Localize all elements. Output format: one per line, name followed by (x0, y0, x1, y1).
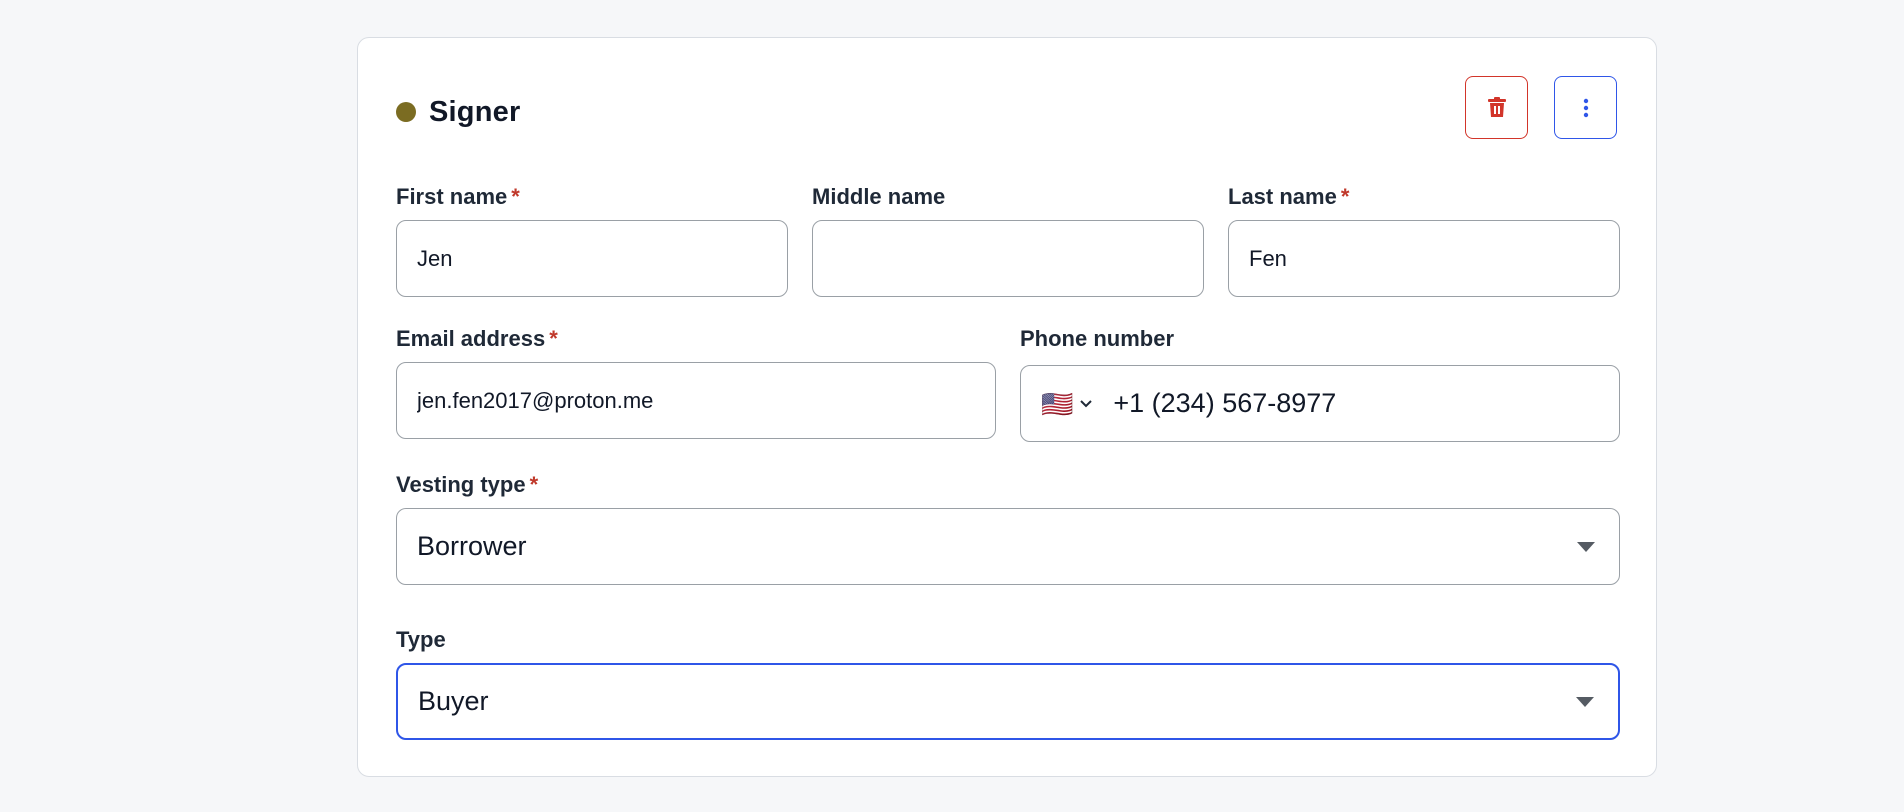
signer-header: Signer (396, 92, 520, 132)
type-label: Type (396, 627, 446, 653)
required-asterisk: * (529, 472, 539, 497)
first-name-input[interactable] (396, 220, 788, 297)
status-dot (396, 102, 416, 122)
email-input[interactable] (396, 362, 996, 439)
first-name-label-text: First name (396, 184, 508, 209)
caret-down-icon (1576, 696, 1594, 707)
vesting-type-label: Vesting type * (396, 472, 538, 498)
phone-label: Phone number (1020, 326, 1174, 352)
phone-label-text: Phone number (1020, 326, 1175, 351)
chevron-down-icon (1079, 399, 1093, 409)
phone-field: 🇺🇸 (1020, 365, 1620, 442)
more-options-button[interactable] (1554, 76, 1617, 139)
country-code-selector[interactable]: 🇺🇸 (1041, 391, 1093, 417)
email-label-text: Email address (396, 326, 546, 351)
trash-icon (1487, 97, 1506, 117)
us-flag-icon: 🇺🇸 (1041, 388, 1074, 419)
type-value: Buyer (418, 686, 489, 716)
first-name-label: First name * (396, 184, 520, 210)
middle-name-label-text: Middle name (812, 184, 946, 209)
required-asterisk: * (549, 326, 558, 351)
type-select[interactable]: Buyer (396, 663, 1620, 740)
required-asterisk: * (511, 184, 520, 209)
middle-name-label: Middle name (812, 184, 945, 210)
last-name-label-text: Last name (1228, 184, 1337, 209)
caret-down-icon (1577, 541, 1595, 552)
required-asterisk: * (1340, 184, 1350, 209)
type-label-text: Type (396, 627, 446, 652)
vesting-type-select[interactable]: Borrower (396, 508, 1620, 585)
section-title: Signer (429, 95, 521, 128)
last-name-input[interactable] (1228, 220, 1620, 297)
last-name-label: Last name * (1228, 184, 1349, 210)
email-label: Email address * (396, 326, 558, 352)
more-vertical-icon (1583, 98, 1588, 117)
vesting-type-value: Borrower (417, 531, 527, 561)
phone-input[interactable] (1111, 387, 1596, 420)
delete-button[interactable] (1465, 76, 1528, 139)
signer-card: Signer First name* Middle name Last name… (357, 37, 1657, 777)
vesting-type-label-text: Vesting type (396, 472, 526, 497)
middle-name-input[interactable] (812, 220, 1204, 297)
